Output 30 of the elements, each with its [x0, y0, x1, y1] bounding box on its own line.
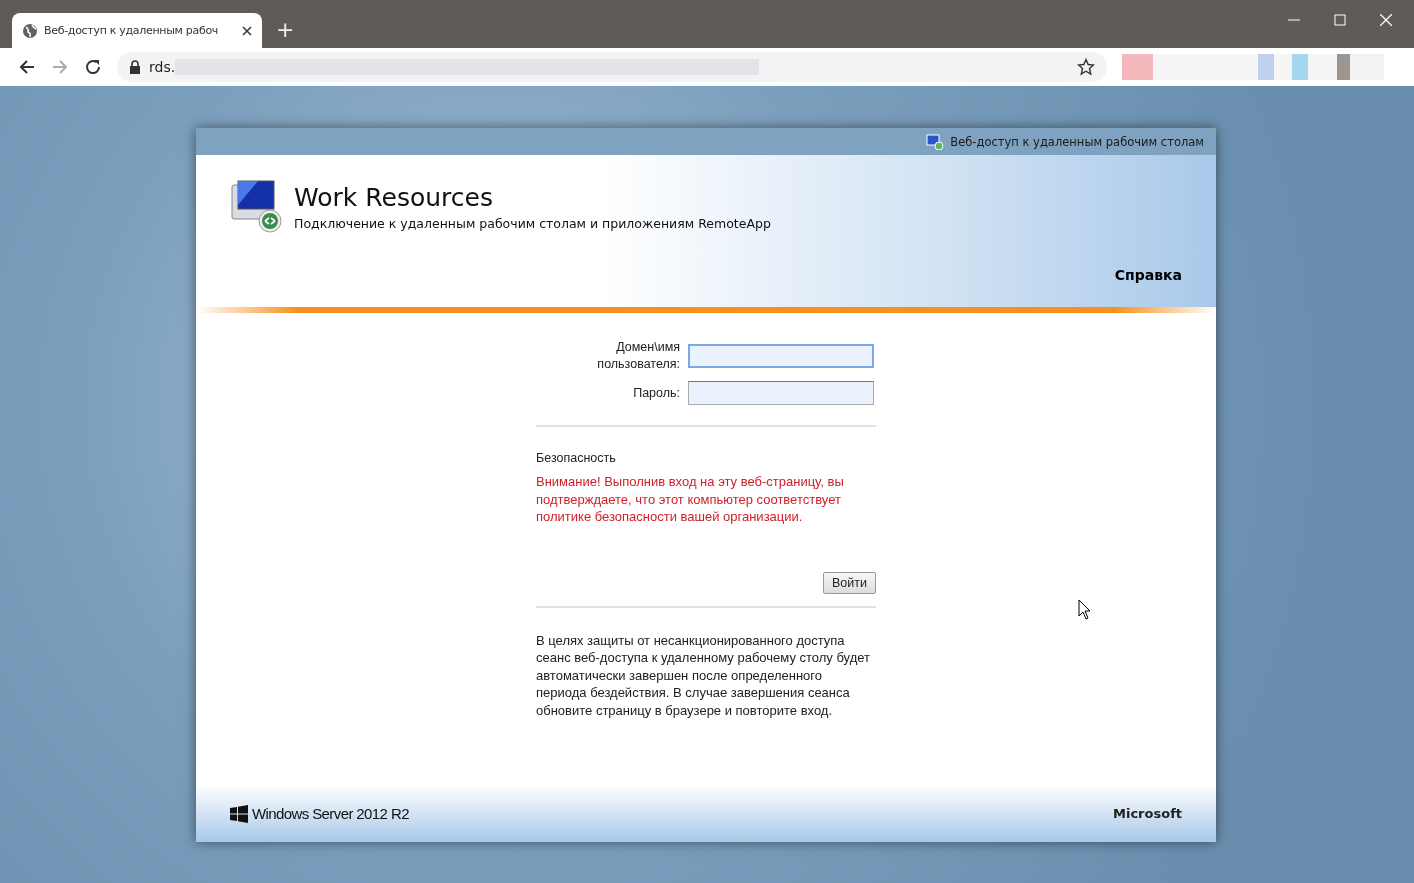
close-icon[interactable]: [242, 25, 252, 36]
star-icon[interactable]: [1077, 58, 1095, 76]
browser-tab[interactable]: Веб-доступ к удаленным рабоч: [12, 13, 262, 48]
top-bar-title: Веб-доступ к удаленным рабочим столам: [950, 134, 1204, 149]
address-bar[interactable]: rds.: [117, 52, 1107, 82]
remote-desktop-icon: [926, 133, 945, 150]
maximize-icon[interactable]: [1334, 14, 1346, 26]
input-field[interactable]: [688, 381, 874, 405]
timeout-note: В целях защиты от несанкционированного доступа сеанс веб-доступа к удаленному рабочему столу будет автоматически завершен после определенного периода бездействия. В случае завершения сеанса обновите страницу в браузере и повторите вход.: [536, 631, 871, 719]
help-link[interactable]: Справка: [1114, 267, 1182, 283]
reload-icon[interactable]: [84, 58, 102, 76]
globe-icon: [22, 22, 38, 39]
brand-name: Microsoft: [1113, 806, 1182, 821]
new-tab-button[interactable]: +: [276, 17, 295, 42]
tab-title: Веб-доступ к удаленным рабоч: [44, 24, 220, 37]
back-arrow-icon[interactable]: [18, 58, 36, 76]
security-heading: Безопасность: [536, 451, 617, 465]
page-title: Work Resources: [294, 183, 494, 212]
security-warning: Внимание! Выполнив вход на эту веб-страницу, вы подтверждаете, что этот компьютер соответствует политике безопасности вашей организации.: [536, 473, 845, 526]
field-label: Пароль:: [632, 384, 680, 402]
input-field[interactable]: [688, 344, 874, 368]
product-name: Windows Server 2012 R2: [252, 805, 409, 822]
windows-logo-icon: [230, 804, 248, 823]
remote-desktop-icon: [228, 177, 284, 233]
mouse-pointer-icon: [1078, 599, 1092, 621]
sign-in-button[interactable]: Войти: [823, 571, 876, 594]
field-label: Домен\имя пользователя:: [596, 339, 680, 373]
address-text: rds.: [149, 59, 176, 75]
page-subtitle: Подключение к удаленным рабочим столам и приложениям RemoteApp: [294, 216, 771, 231]
lock-icon: [129, 60, 141, 74]
